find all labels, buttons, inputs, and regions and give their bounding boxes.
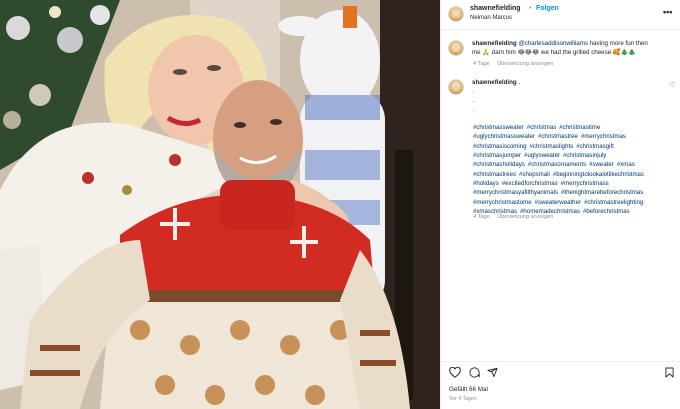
comment-time: 4 Tage (473, 61, 490, 67)
comment-part: me (472, 49, 483, 56)
comment-icon[interactable] (469, 367, 480, 378)
translate-link[interactable]: Übersetzung anzeigen (497, 214, 553, 220)
hashtag-link[interactable]: #christmasornaments (528, 161, 586, 168)
hashtag-link[interactable]: #christmastime (559, 124, 600, 131)
hashtag-link[interactable]: #xmas (617, 161, 635, 168)
post-header: shawnefielding • Folgen Neiman Marcus ••… (441, 0, 680, 30)
comment-text: shawnefielding . (472, 78, 652, 87)
hashtag-link[interactable]: #christmasinjuly (563, 152, 606, 159)
comment-like-icon[interactable]: ♡ (669, 81, 675, 89)
hashtag-link[interactable]: #merrychristmass (561, 180, 609, 187)
comment-part: having more fun then (588, 40, 648, 47)
share-icon[interactable] (487, 367, 498, 378)
hashtag-link[interactable]: #excitedforchristmas (502, 180, 558, 187)
hashtag-link[interactable]: #christmassweater (473, 124, 524, 131)
more-options-icon[interactable]: ••• (663, 7, 672, 17)
comments-section: shawnefielding @charlesaddisonwilliams h… (441, 31, 680, 361)
hashtag-link[interactable]: #sweaterweather (535, 199, 581, 206)
hashtag-link[interactable]: #merrychristmastome (473, 199, 532, 206)
hashtag-link[interactable]: #thenightmarebeforechristmas (561, 189, 643, 196)
header-username[interactable]: shawnefielding (470, 5, 521, 12)
avatar[interactable] (448, 6, 464, 22)
hashtag-link[interactable]: #uglychristmassweater (473, 133, 535, 140)
comment-avatar[interactable] (448, 79, 464, 95)
dot-line: . (473, 89, 475, 95)
hashtag-link[interactable]: #christmastree (538, 133, 578, 140)
likes-count[interactable]: Gefällt 66 Mal (449, 386, 488, 393)
heart-icon[interactable] (449, 367, 461, 378)
comment-username[interactable]: shawnefielding (472, 40, 517, 47)
hashtag-link[interactable]: #christmastreelighting (584, 199, 643, 206)
bookmark-icon[interactable] (665, 367, 674, 378)
post-photo-illustration (0, 0, 440, 409)
hashtag-link[interactable]: #christmaslights (530, 143, 574, 150)
comment-part: we had the grilled cheese (539, 49, 613, 56)
comment-username[interactable]: shawnefielding (472, 79, 517, 86)
emoji: 🙏 (482, 49, 491, 56)
dot-line: . (473, 98, 475, 104)
comment-text: shawnefielding @charlesaddisonwilliams h… (472, 39, 672, 57)
hashtag-link[interactable]: #christmastrees (473, 171, 516, 178)
hashtag-link[interactable]: #beginningtolookalotlikechristmas (553, 171, 644, 178)
comment-part: darn him (490, 49, 518, 56)
hashtag-link[interactable]: #christmas (527, 124, 556, 131)
hashtag-link[interactable]: #merrychristmasyafilthyanimals (473, 189, 558, 196)
hashtag-link[interactable]: #christmasholidays (473, 161, 525, 168)
comment-meta: 4 Tage Übersetzung anzeigen (473, 61, 559, 67)
hashtag-link[interactable]: #christmasjumper (473, 152, 521, 159)
hashtag-link[interactable]: #merrychristmas (581, 133, 626, 140)
comment-time: 4 Tage (473, 214, 490, 220)
dot-line: . (473, 107, 475, 113)
hashtag-list: #christmassweater #christmas #christmastim… (473, 123, 673, 216)
hashtag-link[interactable]: #sweater (589, 161, 614, 168)
follow-button[interactable]: Folgen (536, 5, 559, 12)
emoji: 😂😂😂 (517, 49, 540, 56)
location-link[interactable]: Neiman Marcus (470, 15, 512, 21)
comment-meta: 4 Tage Übersetzung anzeigen (473, 214, 559, 220)
hashtag-link[interactable]: #shopsmall (519, 171, 550, 178)
translate-link[interactable]: Übersetzung anzeigen (497, 61, 553, 67)
hashtag-link[interactable]: #uglysweater (524, 152, 560, 159)
post-photo[interactable] (0, 0, 440, 409)
comment-avatar[interactable] (448, 40, 464, 56)
emoji: 🥰🎄🎄 (612, 49, 637, 56)
post-actions: Gefällt 66 Mal Vor 4 Tagen (441, 361, 680, 409)
hashtag-link[interactable]: #christmasiscoming (473, 143, 527, 150)
separator-dot: • (529, 5, 532, 12)
mention-link[interactable]: @charlesaddisonwilliams (518, 40, 588, 47)
hashtag-link[interactable]: #beforechristmas (583, 208, 630, 215)
post-details-panel: shawnefielding • Folgen Neiman Marcus ••… (440, 0, 680, 409)
hashtag-link[interactable]: #christmasgift (576, 143, 614, 150)
post-date: Vor 4 Tagen (449, 396, 477, 402)
hashtag-link[interactable]: #holidays (473, 180, 499, 187)
comment-part: . (518, 79, 521, 86)
